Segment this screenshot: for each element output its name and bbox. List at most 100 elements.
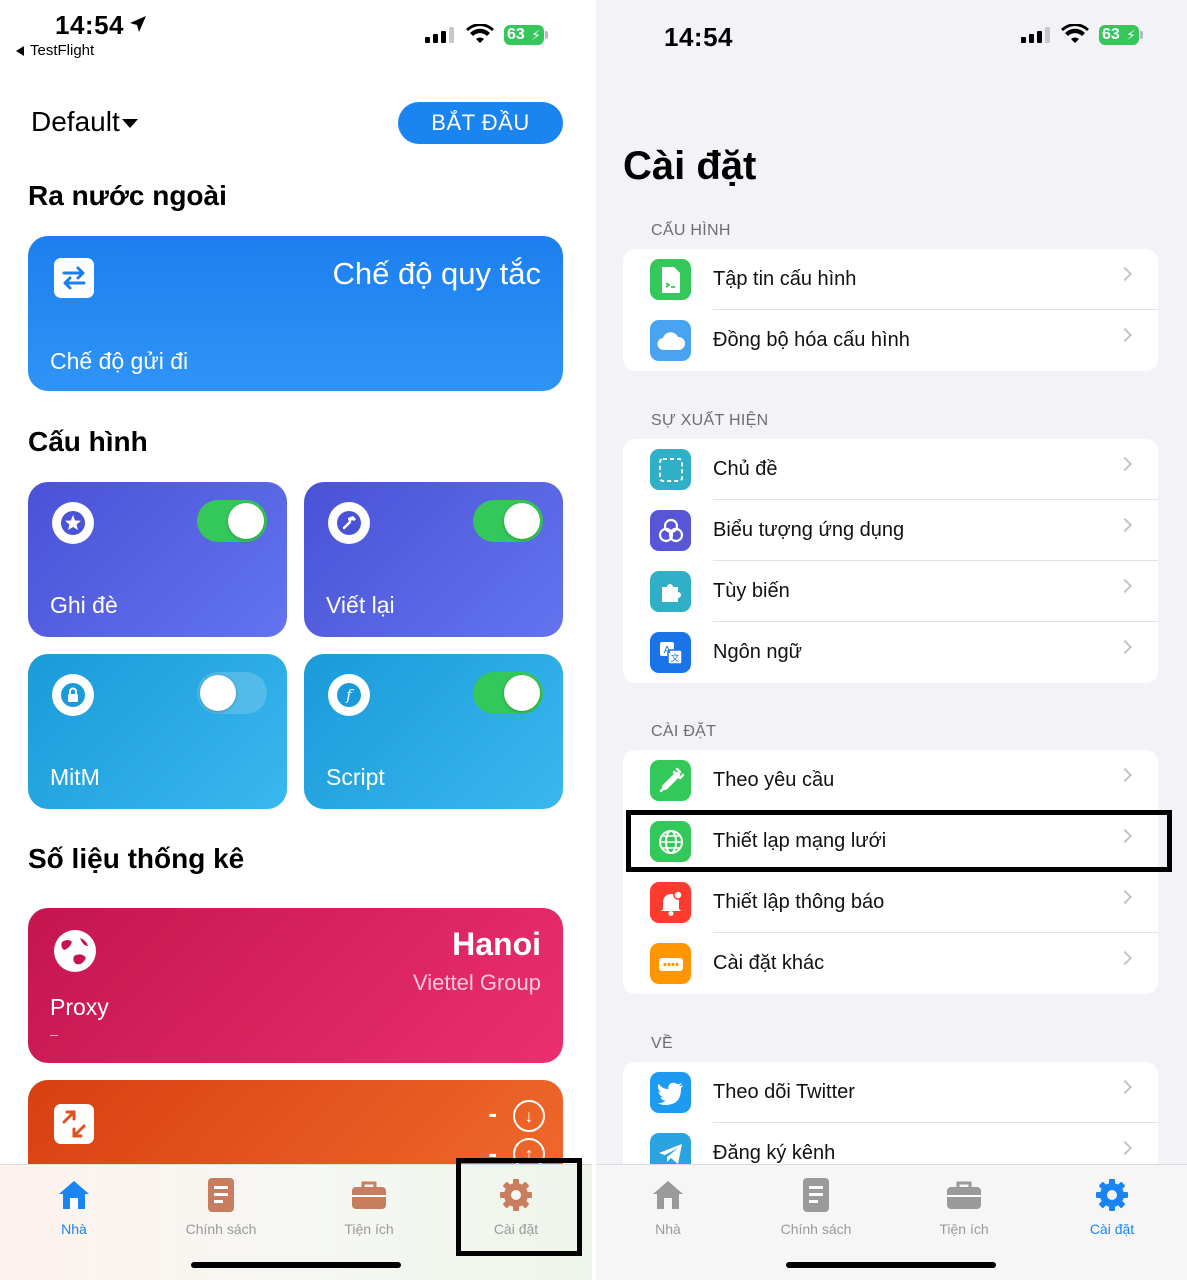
- section-stats-title: Số liệu thống kê: [28, 843, 245, 874]
- row-label: Đăng ký kênh: [713, 1142, 836, 1164]
- script-label: Script: [326, 764, 385, 790]
- gear-icon: [1096, 1179, 1128, 1211]
- rule-mode-title: Chế độ quy tắc: [332, 256, 541, 291]
- row-other-settings[interactable]: Cài đặt khác: [623, 933, 1158, 994]
- tab-tools[interactable]: Tiện ích: [904, 1175, 1024, 1237]
- row-theme[interactable]: Chủ đề: [623, 439, 1158, 500]
- tab-bar: Nhà Chính sách Tiện ích Cài đặt: [596, 1164, 1187, 1280]
- chevron-right-icon: [1117, 639, 1133, 655]
- rule-mode-card[interactable]: Chế độ quy tắc Chế độ gửi đi: [28, 236, 563, 391]
- row-label: Biểu tượng ứng dụng: [713, 519, 905, 541]
- row-notification-settings[interactable]: Thiết lập thông báo: [623, 872, 1158, 933]
- override-toggle[interactable]: [197, 500, 267, 542]
- tab-tools[interactable]: Tiện ích: [309, 1175, 429, 1237]
- tab-settings[interactable]: Cài đặt: [1052, 1175, 1172, 1237]
- twitter-icon: [650, 1072, 691, 1113]
- toolbox-icon: [947, 1181, 981, 1209]
- house-icon: [59, 1181, 89, 1209]
- group-appearance: Chủ đề Biểu tượng ứng dụng Tùy biến A文 N…: [623, 439, 1158, 683]
- bell-icon: [650, 882, 691, 923]
- row-label: Tùy biến: [713, 580, 790, 602]
- row-twitter[interactable]: Theo dõi Twitter: [623, 1062, 1158, 1123]
- section-config-title: Cấu hình: [28, 426, 148, 457]
- override-card[interactable]: Ghi đè: [28, 482, 287, 637]
- highlight-settings-tab: [456, 1158, 582, 1256]
- swap-arrows-icon: [54, 258, 94, 298]
- more-icon: [650, 943, 691, 984]
- tab-tools-label: Tiện ích: [344, 1221, 394, 1237]
- profile-selector[interactable]: Default: [31, 106, 138, 138]
- chevron-right-icon: [1117, 327, 1133, 343]
- rewrite-label: Viết lại: [326, 592, 395, 618]
- chevron-right-icon: [1117, 950, 1133, 966]
- house-icon: [653, 1181, 683, 1209]
- home-screen: 14:54 TestFlight 63 ⚡ Default BẮT ĐẦU Ra …: [0, 0, 592, 1280]
- row-customize[interactable]: Tùy biến: [623, 561, 1158, 622]
- row-on-demand[interactable]: Theo yêu cầu: [623, 750, 1158, 811]
- row-language[interactable]: A文 Ngôn ngữ: [623, 622, 1158, 683]
- row-config-file[interactable]: Tập tin cấu hình: [623, 249, 1158, 310]
- tab-home-label: Nhà: [655, 1221, 681, 1237]
- proxy-label: Proxy: [50, 994, 109, 1020]
- rewrite-card[interactable]: Viết lại: [304, 482, 563, 637]
- tab-policy[interactable]: Chính sách: [756, 1175, 876, 1237]
- page-title: Cài đặt: [623, 144, 757, 188]
- script-card[interactable]: f Script: [304, 654, 563, 809]
- hammer-icon: [328, 502, 370, 544]
- group-header-config: CẤU HÌNH: [651, 222, 731, 239]
- row-label: Ngôn ngữ: [713, 641, 803, 663]
- row-app-icon[interactable]: Biểu tượng ứng dụng: [623, 500, 1158, 561]
- battery-level: 63: [507, 26, 525, 43]
- lock-icon: [52, 674, 94, 716]
- battery-icon: 63 ⚡: [504, 25, 548, 45]
- rewrite-toggle[interactable]: [473, 500, 543, 542]
- proxy-latency: –: [50, 1026, 58, 1042]
- tab-home[interactable]: Nhà: [14, 1175, 134, 1237]
- override-label: Ghi đè: [50, 592, 118, 618]
- script-toggle[interactable]: [473, 672, 543, 714]
- highlight-network-row: [626, 810, 1172, 872]
- chevron-right-icon: [1117, 889, 1133, 905]
- download-icon: ↓: [513, 1100, 545, 1132]
- row-config-sync[interactable]: Đồng bộ hóa cấu hình: [623, 310, 1158, 371]
- document-icon: [208, 1178, 234, 1212]
- tab-policy-label: Chính sách: [780, 1221, 852, 1237]
- tab-tools-label: Tiện ích: [939, 1221, 989, 1237]
- tab-policy-label: Chính sách: [185, 1221, 257, 1237]
- status-time: 14:54: [55, 10, 124, 40]
- theme-icon: [650, 449, 691, 490]
- puzzle-icon: [650, 571, 691, 612]
- mitm-label: MitM: [50, 764, 100, 790]
- proxy-isp: Viettel Group: [412, 970, 541, 995]
- plug-icon: [650, 760, 691, 801]
- row-label: Cài đặt khác: [713, 952, 825, 974]
- chevron-right-icon: [1117, 767, 1133, 783]
- toolbox-icon: [352, 1181, 386, 1209]
- config-file-icon: [650, 259, 691, 300]
- back-to-testflight[interactable]: TestFlight: [16, 42, 94, 59]
- row-label: Đồng bộ hóa cấu hình: [713, 329, 910, 351]
- tab-home-label: Nhà: [61, 1221, 87, 1237]
- tab-policy[interactable]: Chính sách: [161, 1175, 281, 1237]
- signal-icon: [1021, 27, 1050, 43]
- battery-icon: 63 ⚡: [1099, 25, 1143, 45]
- mitm-toggle[interactable]: [197, 672, 267, 714]
- settings-screen: 14:54 63 ⚡ Cài đặt CẤU HÌNH Tập tin cấu h…: [596, 0, 1187, 1280]
- proxy-card[interactable]: Hanoi Viettel Group Proxy –: [28, 908, 563, 1063]
- row-label: Chủ đề: [713, 458, 778, 480]
- status-time: 14:54: [664, 22, 733, 52]
- svg-text:文: 文: [670, 652, 679, 664]
- start-button[interactable]: BẮT ĐẦU: [398, 102, 563, 144]
- group-config: Tập tin cấu hình Đồng bộ hóa cấu hình: [623, 249, 1158, 371]
- tab-home[interactable]: Nhà: [608, 1175, 728, 1237]
- chevron-right-icon: [1117, 578, 1133, 594]
- cloud-icon: [650, 320, 691, 361]
- function-icon: f: [328, 674, 370, 716]
- group-settings: Theo yêu cầu Thiết lạp mạng lưới Thiết l…: [623, 750, 1158, 994]
- mitm-card[interactable]: MitM: [28, 654, 287, 809]
- row-label: Tập tin cấu hình: [713, 268, 857, 290]
- row-label: Thiết lập thông báo: [713, 891, 885, 913]
- app-icon-icon: [650, 510, 691, 551]
- chevron-right-icon: [1117, 266, 1133, 282]
- back-label: TestFlight: [30, 42, 95, 59]
